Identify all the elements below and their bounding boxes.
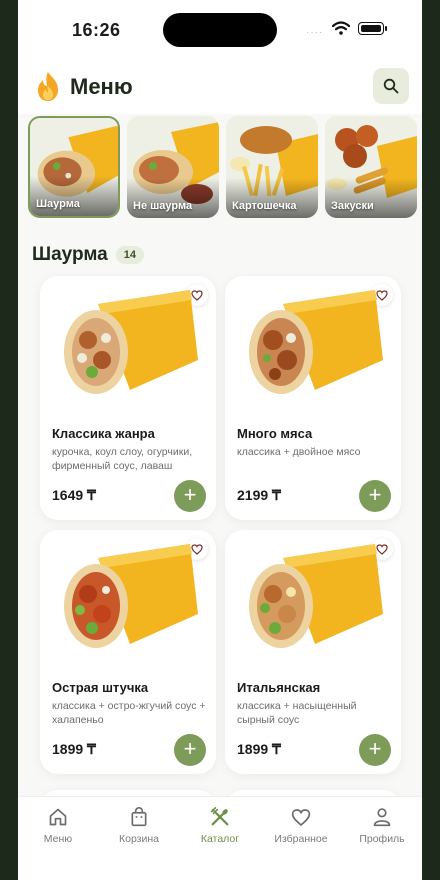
category-shawarma[interactable]: Шаурма: [28, 116, 120, 218]
add-to-cart-button[interactable]: +: [359, 734, 391, 766]
add-to-cart-button[interactable]: +: [359, 480, 391, 512]
battery-icon: [358, 22, 387, 35]
search-button[interactable]: [373, 68, 409, 104]
product-image: [64, 290, 198, 394]
tab-label: Корзина: [119, 833, 159, 845]
plus-icon: +: [183, 482, 197, 507]
product-description: классика + насыщенный сырный соус: [237, 700, 357, 726]
page-title: Меню: [70, 74, 133, 99]
section-title: Шаурма: [32, 244, 108, 265]
plus-icon: +: [368, 736, 382, 761]
product-card[interactable]: Классика жанра курочка, коул слоу, огурч…: [40, 276, 216, 520]
signal-icon: ····: [306, 27, 324, 38]
plus-icon: +: [183, 736, 197, 761]
product-name: Острая штучка: [52, 680, 149, 695]
product-price: 1649 ₸: [52, 487, 96, 503]
product-description: классика + остро-жгучий соус + халапеньо: [52, 700, 206, 726]
category-label: Закуски: [331, 200, 374, 212]
product-description: курочка, коул слоу, огурчики, фирменный …: [52, 446, 193, 472]
category-potatoes[interactable]: Картошечка: [226, 116, 318, 218]
product-price: 1899 ₸: [237, 741, 281, 757]
tab-label: Избранное: [274, 833, 328, 845]
user-icon: [373, 808, 391, 827]
plus-icon: +: [368, 482, 382, 507]
status-bar: 16:26 ····: [18, 0, 422, 60]
add-to-cart-button[interactable]: +: [174, 480, 206, 512]
product-image: [64, 544, 198, 648]
product-card[interactable]: Много мяса классика + двойное мясо 2199 …: [225, 276, 401, 520]
status-time: 16:26: [72, 20, 121, 40]
app-screen: 16:26 ···· Меню Шаурма Не шаурма Картоше…: [18, 0, 422, 880]
category-carousel: Шаурма Не шаурма Картошечка Закуски: [28, 114, 422, 218]
category-label: Шаурма: [36, 198, 80, 210]
section-header: Шаурма 14: [32, 244, 144, 270]
tab-label: Каталог: [200, 833, 240, 845]
search-icon: [383, 78, 399, 94]
home-icon: [49, 808, 67, 826]
product-image: [249, 290, 383, 394]
product-name: Итальянская: [237, 680, 321, 695]
flame-icon: [38, 72, 58, 101]
utensils-icon: [210, 807, 229, 826]
category-label: Не шаурма: [133, 200, 193, 212]
product-price: 1899 ₸: [52, 741, 96, 757]
category-label: Картошечка: [232, 200, 297, 212]
product-price: 2199 ₸: [237, 487, 281, 503]
category-not-shawarma[interactable]: Не шаурма: [127, 116, 219, 218]
tab-catalog[interactable]: Каталог: [180, 805, 260, 845]
header: Меню: [18, 60, 422, 114]
product-card[interactable]: Острая штучка классика + остро-жгучий со…: [40, 530, 216, 774]
tab-label: Меню: [43, 833, 73, 845]
product-description: классика + двойное мясо: [237, 446, 361, 458]
bag-icon: [131, 807, 147, 827]
tab-profile[interactable]: Профиль: [342, 805, 422, 845]
heart-icon: [291, 808, 311, 826]
tab-label: Профиль: [359, 833, 405, 845]
product-card[interactable]: Итальянская классика + насыщенный сырный…: [225, 530, 401, 774]
product-image: [249, 544, 383, 648]
product-name: Классика жанра: [52, 426, 155, 441]
add-to-cart-button[interactable]: +: [174, 734, 206, 766]
category-snacks[interactable]: Закуски: [325, 116, 417, 218]
tab-cart[interactable]: Корзина: [99, 805, 179, 845]
dynamic-island: [163, 13, 277, 47]
count-badge: 14: [115, 246, 144, 264]
tab-menu[interactable]: Меню: [18, 805, 98, 845]
tab-bar: Меню Корзина Каталог Избранное Профиль: [18, 796, 422, 880]
wifi-icon: [332, 21, 350, 35]
product-name: Много мяса: [237, 426, 313, 441]
tab-favorites[interactable]: Избранное: [261, 805, 341, 845]
